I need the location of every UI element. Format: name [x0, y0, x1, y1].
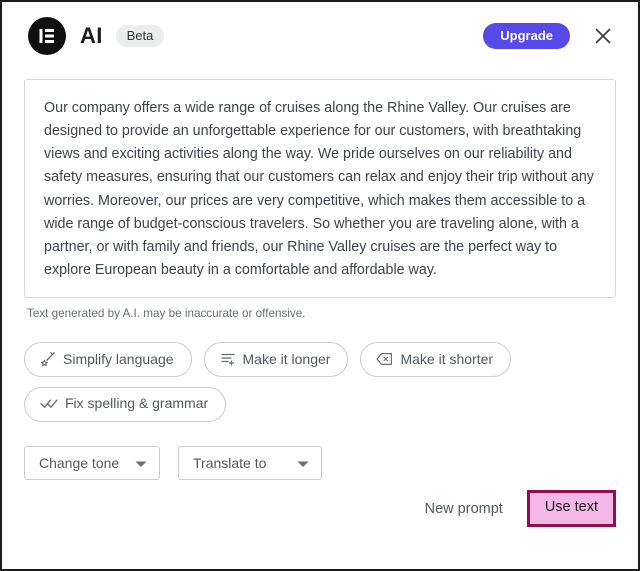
dialog-footer: New prompt Use text: [425, 490, 616, 527]
use-text-button[interactable]: Use text: [526, 490, 616, 527]
chip-label: Simplify language: [63, 350, 174, 367]
upgrade-button[interactable]: Upgrade: [483, 23, 570, 49]
double-check-icon: [40, 397, 58, 410]
chip-make-it-shorter[interactable]: Make it shorter: [360, 342, 512, 378]
select-label: Change tone: [39, 454, 120, 471]
suggestion-chip-list: Simplify language Make it longer Make it…: [24, 342, 616, 422]
dialog-header: AI Beta Upgrade: [2, 2, 638, 70]
close-icon: [593, 26, 613, 46]
change-tone-select[interactable]: Change tone: [24, 445, 160, 480]
list-plus-icon: [220, 351, 236, 367]
close-button[interactable]: [590, 23, 616, 49]
chevron-down-icon: [135, 455, 147, 471]
chip-simplify-language[interactable]: Simplify language: [24, 342, 192, 378]
page-title: AI: [80, 23, 103, 48]
ai-dialog: AI Beta Upgrade Our company offers a wid…: [0, 0, 640, 571]
select-label: Translate to: [193, 454, 267, 471]
generated-text-section: Our company offers a wide range of cruis…: [24, 79, 616, 320]
backspace-icon: [376, 352, 393, 366]
chip-label: Make it shorter: [400, 350, 494, 367]
new-prompt-button[interactable]: New prompt: [425, 501, 503, 517]
chip-make-it-longer[interactable]: Make it longer: [203, 342, 349, 378]
elementor-logo-icon: [28, 17, 66, 55]
chip-fix-spelling-grammar[interactable]: Fix spelling & grammar: [24, 387, 227, 422]
select-row: Change tone Translate to: [24, 445, 616, 480]
chevron-down-icon: [297, 455, 309, 471]
generated-text-box[interactable]: Our company offers a wide range of cruis…: [24, 79, 616, 299]
chip-label: Make it longer: [242, 350, 331, 367]
translate-to-select[interactable]: Translate to: [178, 445, 322, 480]
ai-disclaimer: Text generated by A.I. may be inaccurate…: [27, 307, 306, 321]
status-badge: Beta: [115, 25, 165, 47]
magic-wand-icon: [40, 351, 56, 367]
chip-label: Fix spelling & grammar: [65, 395, 209, 412]
